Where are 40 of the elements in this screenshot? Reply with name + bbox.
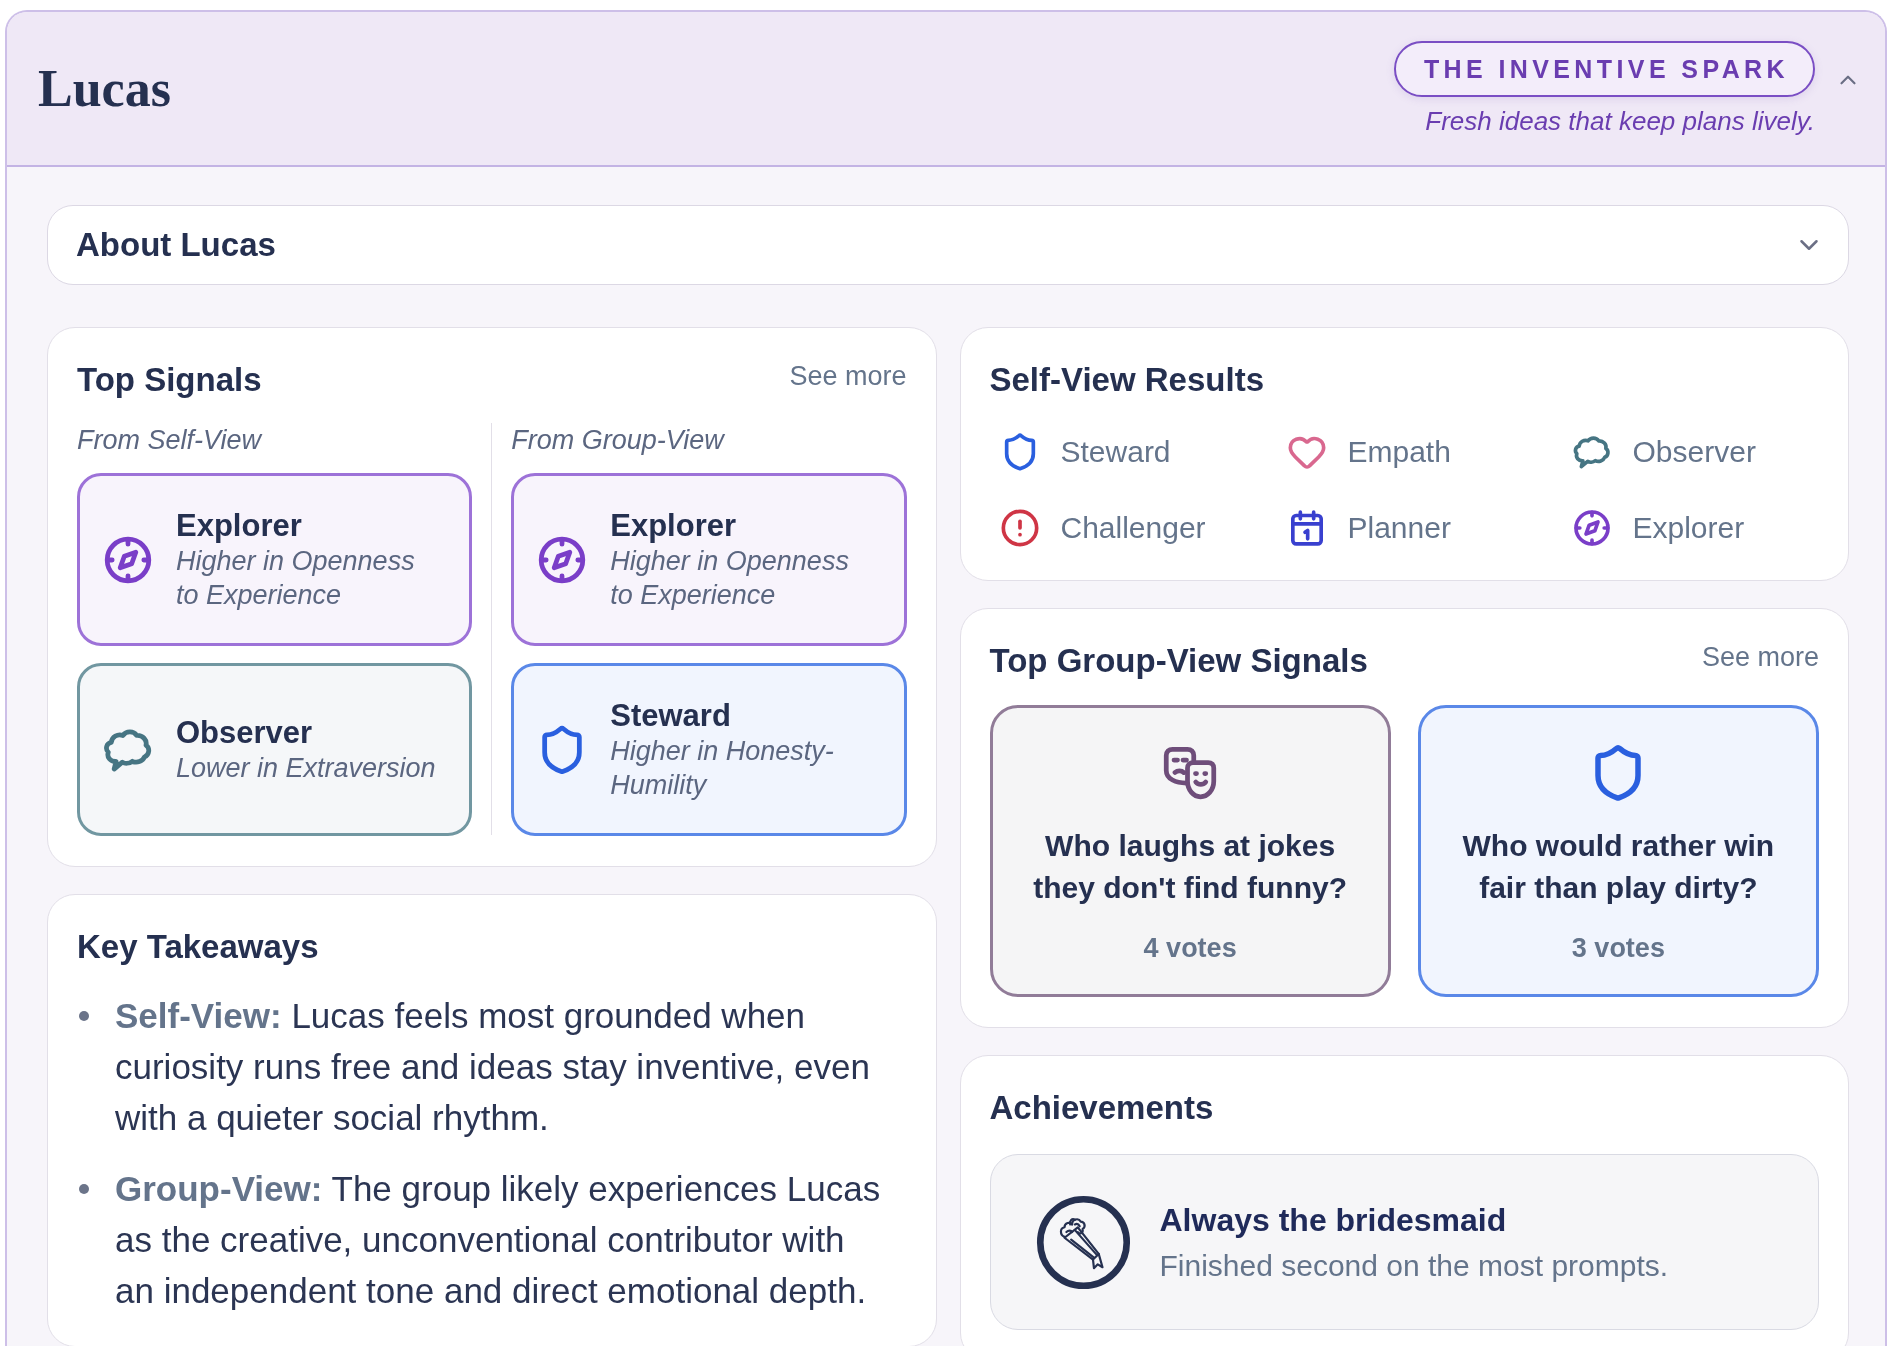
signal-detail: Lower in Extraversion (176, 751, 437, 785)
trait-label: Steward (1060, 435, 1171, 469)
achievement-detail: Finished second on the most prompts. (1159, 1248, 1669, 1284)
signal-title: Explorer (610, 507, 738, 544)
signal-title: Steward (610, 697, 732, 734)
signal-title: Explorer (176, 507, 303, 544)
archetype-tagline: Fresh ideas that keep plans lively. (1425, 106, 1815, 136)
signal-title: Observer (176, 714, 314, 751)
signal-detail: Higher in Openness to Experience (176, 544, 416, 612)
card-title: Top Signals (77, 360, 262, 400)
bullet-dot-icon (79, 1184, 89, 1194)
takeaway-text: Self-View: Lucas feels most grounded when curiosity runs free and ideas stay inventive, even with a quieter social rhythm. (115, 995, 871, 1139)
trait-label: Empath (1347, 435, 1451, 469)
card-title: Key Takeaways (77, 927, 320, 967)
signal-detail: Higher in Honesty-Humility (610, 734, 835, 802)
see-more-link[interactable]: See more (1701, 641, 1819, 673)
column-heading: From Group-View (511, 424, 726, 457)
bullet-dot-icon (79, 1011, 89, 1021)
column-heading: From Self-View (77, 424, 264, 457)
card-title: Achievements (989, 1088, 1215, 1128)
achievement-title: Always the bridesmaid (1159, 1201, 1508, 1240)
compass-icon (1571, 508, 1612, 548)
trait-label: Observer (1632, 435, 1756, 469)
trait-label: Planner (1347, 511, 1451, 545)
trait-label: Explorer (1632, 511, 1745, 545)
signal-detail: Higher in Openness to Experience (610, 544, 850, 612)
trait-label: Challenger (1060, 511, 1206, 545)
vote-count: 4 votes (1143, 932, 1237, 965)
vote-count: 3 votes (1571, 932, 1665, 965)
takeaway-text: Group-View: The group likely experiences Lucas as the creative, unconventional contributor with an independent tone and direct emotional depth. (115, 1168, 882, 1312)
card-title: Self-View Results (989, 360, 1265, 400)
archetype-badge: THE INVENTIVE SPARK (1393, 41, 1815, 97)
question-text: Who laughs at jokes they don't find funny? (1032, 828, 1348, 906)
card-title: Top Group-View Signals (989, 641, 1368, 681)
exclamation-circle-icon (999, 508, 1040, 548)
person-name: Lucas (38, 62, 171, 115)
see-more-link[interactable]: See more (789, 360, 907, 392)
about-accordion[interactable]: About Lucas (47, 205, 1849, 285)
bouquet-icon (1035, 1194, 1131, 1290)
question-text: Who would rather win fair than play dirty? (1461, 828, 1776, 906)
